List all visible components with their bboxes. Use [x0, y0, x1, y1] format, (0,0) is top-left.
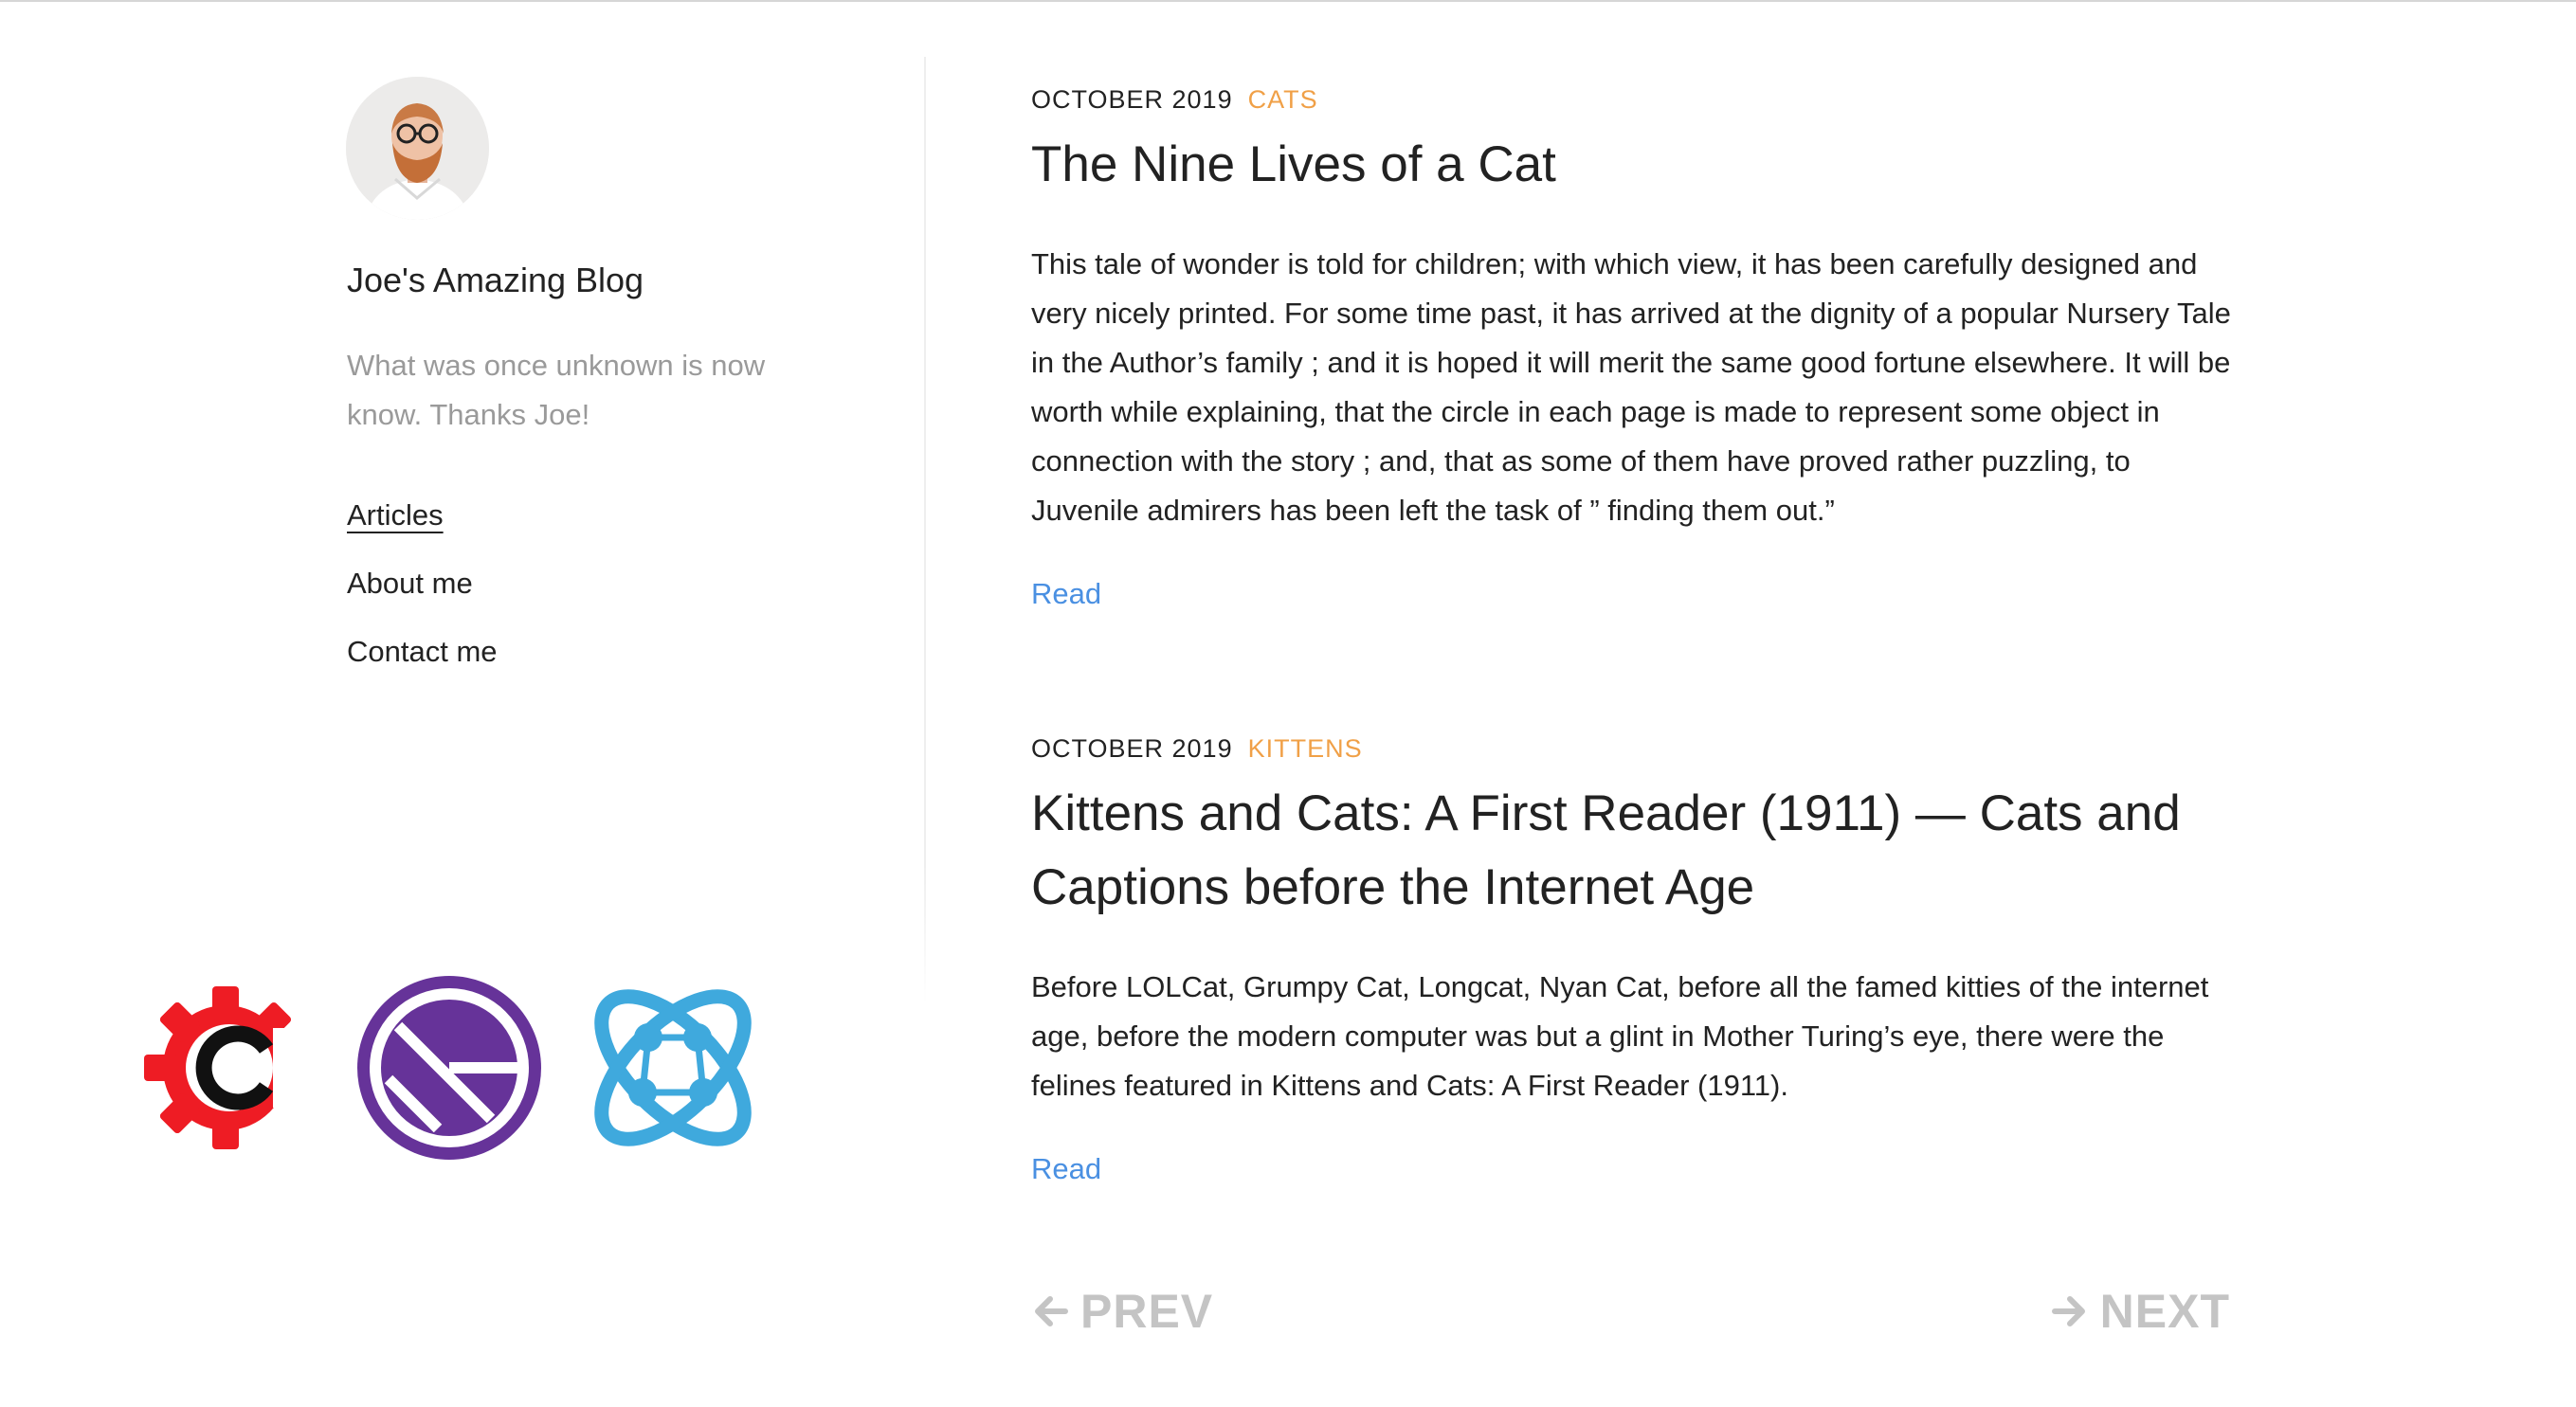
graphql-atom-logo — [578, 973, 768, 1163]
post-category[interactable]: KITTENS — [1248, 734, 1363, 763]
gatsby-logo — [354, 973, 544, 1163]
arrow-left-icon — [1031, 1292, 1069, 1330]
post-excerpt: Before LOLCat, Grumpy Cat, Longcat, Nyan… — [1031, 970, 2209, 1102]
prev-button[interactable]: PREV — [1031, 1284, 1213, 1339]
sidebar-nav: Articles About me Contact me — [347, 495, 498, 699]
sidebar-divider — [924, 57, 926, 1004]
post-title[interactable]: The Nine Lives of a Cat — [1031, 128, 2235, 202]
post-card: OCTOBER 2019 CATS The Nine Lives of a Cat… — [1031, 85, 2235, 611]
blog-title[interactable]: Joe's Amazing Blog — [347, 261, 644, 300]
sidebar: Joe's Amazing Blog What was once unknown… — [0, 0, 926, 1407]
read-link[interactable]: Read — [1031, 1152, 1101, 1186]
post-excerpt: This tale of wonder is told for children… — [1031, 247, 2231, 527]
post-card: OCTOBER 2019 KITTENS Kittens and Cats: A … — [1031, 734, 2235, 1186]
pagination: PREV NEXT — [1031, 1284, 2230, 1341]
nav-item-about-me[interactable]: About me — [347, 563, 498, 631]
prev-label: PREV — [1080, 1285, 1214, 1338]
arrow-right-icon — [2051, 1292, 2089, 1330]
read-link[interactable]: Read — [1031, 577, 1101, 611]
contentful-logo — [131, 973, 320, 1163]
next-button[interactable]: NEXT — [2051, 1284, 2230, 1339]
avatar — [346, 77, 489, 220]
post-meta: OCTOBER 2019 CATS — [1031, 85, 2235, 115]
next-label: NEXT — [2099, 1285, 2230, 1338]
nav-item-contact-me[interactable]: Contact me — [347, 631, 498, 699]
post-meta: OCTOBER 2019 KITTENS — [1031, 734, 2235, 764]
post-date: OCTOBER 2019 — [1031, 85, 1233, 114]
post-date: OCTOBER 2019 — [1031, 734, 1233, 763]
post-category[interactable]: CATS — [1248, 85, 1318, 114]
blog-description: What was once unknown is now know. Thank… — [347, 349, 766, 431]
post-title[interactable]: Kittens and Cats: A First Reader (1911) … — [1031, 777, 2235, 925]
nav-item-articles[interactable]: Articles — [347, 495, 498, 563]
